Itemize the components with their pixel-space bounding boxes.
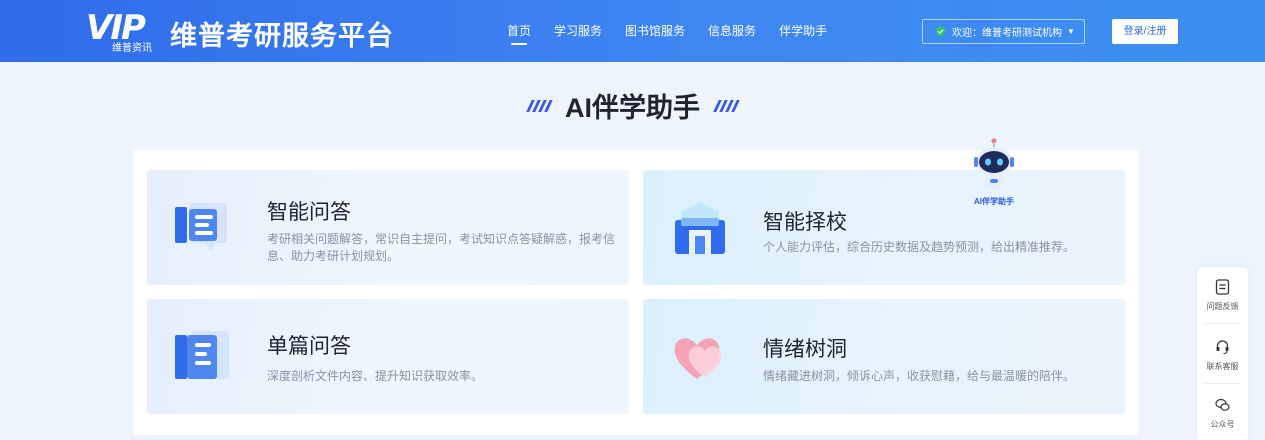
shield-check-icon	[935, 26, 946, 37]
card-title: 单篇问答	[267, 335, 351, 358]
top-header: VIP 维普资讯 维普考研服务平台 首页 学习服务 图书馆服务 信息服务 伴学助…	[0, 0, 1265, 62]
login-register-button[interactable]: 登录/注册	[1112, 19, 1178, 44]
slash-decoration-left-icon	[525, 99, 553, 112]
slash-decoration-right-icon	[712, 99, 740, 112]
card-title: 智能择校	[763, 211, 847, 234]
file-icon	[175, 331, 229, 379]
card-smart-qa[interactable]: 智能问答 考研相关问题解答，常识自主提问，考试知识点答疑解惑，报考信息、助力考研…	[147, 170, 629, 285]
feedback-icon	[1215, 279, 1230, 295]
page-title-row: AI伴学助手	[0, 86, 1265, 125]
card-title: 情绪树洞	[763, 338, 847, 361]
vip-logo[interactable]: VIP 维普资讯	[86, 11, 162, 54]
ai-assistant-label[interactable]: AI伴学助手	[962, 196, 1026, 207]
divider	[1205, 323, 1240, 324]
customer-service-button[interactable]: 联系客服	[1197, 327, 1248, 383]
welcome-text: 欢迎：维普考研测试机构	[952, 28, 1062, 39]
page-title: AI伴学助手	[513, 86, 752, 125]
wechat-icon	[1215, 398, 1230, 411]
card-single-doc-qa[interactable]: 单篇问答 深度剖析文件内容、提升知识获取效率。	[147, 299, 629, 414]
official-account-button[interactable]: 公众号	[1197, 385, 1248, 440]
nav-library-service[interactable]: 图书馆服务	[625, 0, 685, 62]
official-account-label: 公众号	[1210, 420, 1235, 429]
caret-down-icon: ▼	[1067, 27, 1075, 36]
divider	[1205, 383, 1240, 384]
school-building-icon	[675, 202, 725, 254]
main-nav: 首页 学习服务 图书馆服务 信息服务 伴学助手	[507, 0, 850, 62]
card-description: 情绪藏进树洞，倾诉心声，收获慰藉，给与最温暖的陪伴。	[763, 369, 1076, 383]
card-title: 智能问答	[267, 201, 351, 224]
user-welcome-dropdown[interactable]: 欢迎：维普考研测试机构 ▼	[922, 19, 1085, 44]
heart-icon	[674, 338, 722, 379]
headset-icon	[1216, 340, 1229, 355]
card-description: 个人能力评估，综合历史数据及趋势预测，给出精准推荐。	[763, 240, 1076, 254]
nav-study-assistant[interactable]: 伴学助手	[779, 0, 827, 62]
page-title-text: AI伴学助手	[565, 93, 700, 123]
card-description: 考研相关问题解答，常识自主提问，考试知识点答疑解惑，报考信息、助力考研计划规划。	[267, 232, 616, 263]
nav-info-service[interactable]: 信息服务	[708, 0, 756, 62]
card-description: 深度剖析文件内容、提升知识获取效率。	[267, 369, 484, 383]
ai-assistant-robot-icon[interactable]	[968, 136, 1020, 198]
feedback-label: 问题反馈	[1206, 302, 1239, 311]
card-emotion-treehole[interactable]: 情绪树洞 情绪藏进树洞，倾诉心声，收获慰藉，给与最温暖的陪伴。	[643, 299, 1125, 414]
logo-subtitle: 维普资讯	[112, 43, 152, 54]
brand-title: 维普考研服务平台	[170, 21, 394, 51]
feedback-button[interactable]: 问题反馈	[1197, 267, 1248, 323]
floating-side-toolbar: 问题反馈 联系客服 公众号	[1197, 267, 1248, 440]
card-smart-school-choice[interactable]: 智能择校 个人能力评估，综合历史数据及趋势预测，给出精准推荐。	[643, 170, 1125, 285]
document-icon	[175, 203, 227, 251]
customer-service-label: 联系客服	[1206, 362, 1239, 371]
nav-home[interactable]: 首页	[507, 0, 531, 62]
nav-learning-service[interactable]: 学习服务	[554, 0, 602, 62]
